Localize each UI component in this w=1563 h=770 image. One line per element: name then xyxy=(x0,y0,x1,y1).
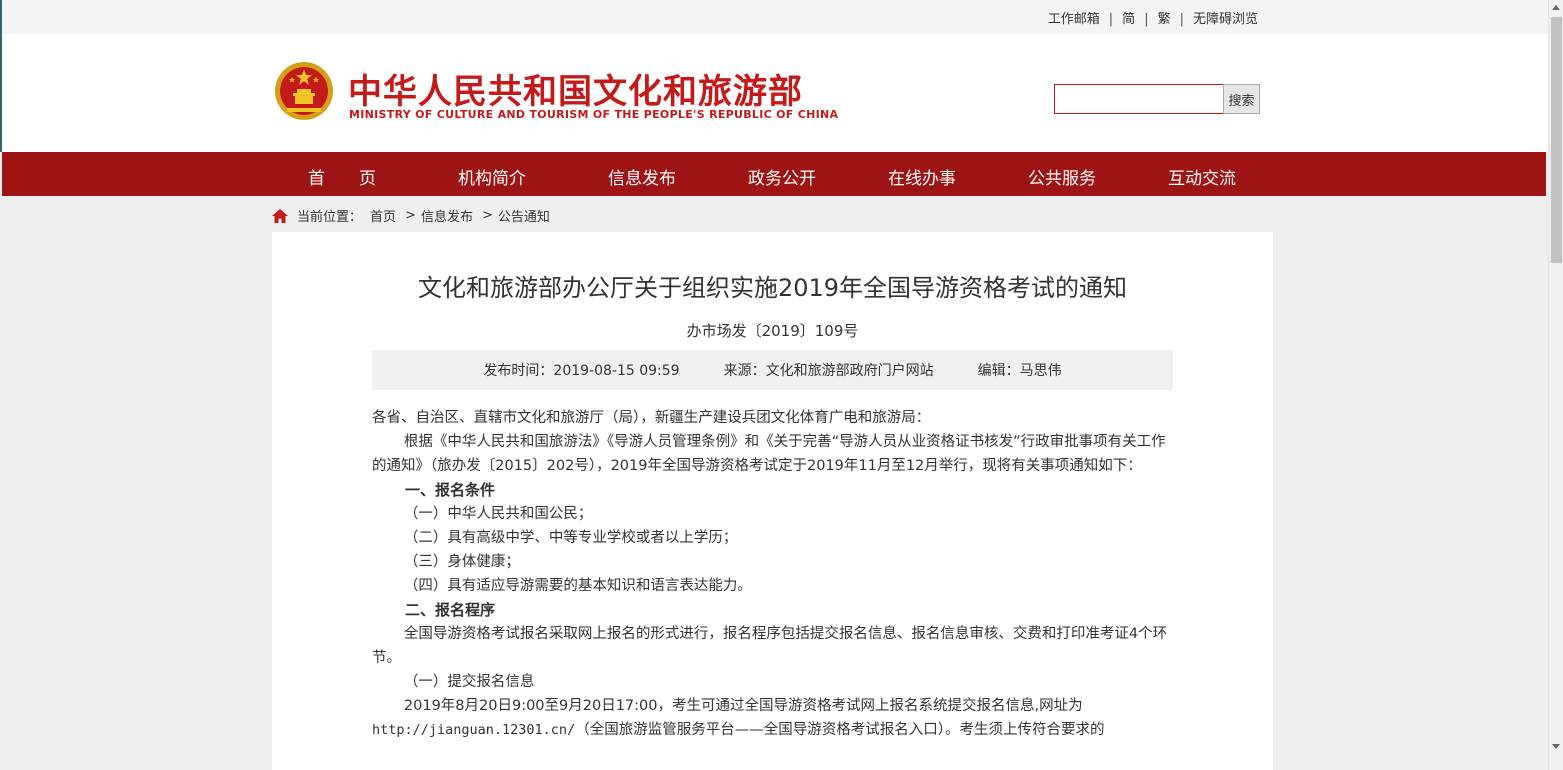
body-text-fragment: （全国旅游监管服务平台——全国导游资格考试报名入口）。考生须上传符合要求的 xyxy=(575,722,1105,738)
article-body: 各省、自治区、直辖市文化和旅游厅（局），新疆生产建设兵团文化体育广电和旅游局： … xyxy=(372,406,1173,742)
traditional-chinese-link[interactable]: 繁 xyxy=(1158,12,1171,27)
home-icon xyxy=(272,208,288,223)
scroll-thumb[interactable] xyxy=(1551,17,1562,263)
accessibility-link[interactable]: 无障碍浏览 xyxy=(1193,12,1258,27)
top-links: 工作邮箱 | 简 | 繁 | 无障碍浏览 xyxy=(1047,12,1258,27)
scroll-up-arrow-icon[interactable] xyxy=(1552,5,1560,10)
article-meta-bar: 发布时间：2019-08-15 09:59 来源：文化和旅游部政府门户网站 编辑… xyxy=(372,350,1173,390)
breadcrumb-home[interactable]: 首页 xyxy=(370,206,396,225)
breadcrumb-separator: > xyxy=(481,208,493,223)
article-editor: 编辑：马思伟 xyxy=(977,363,1062,379)
article-title: 文化和旅游部办公厅关于组织实施2019年全国导游资格考试的通知 xyxy=(417,274,1128,302)
list-item: （三）身体健康； xyxy=(403,554,520,570)
site-title: 中华人民共和国文化和旅游部 xyxy=(348,72,803,112)
nav-item-interaction[interactable]: 互动交流 xyxy=(1168,164,1236,189)
work-email-link[interactable]: 工作邮箱 xyxy=(1048,12,1100,27)
body-paragraph-continued: http://jianguan.12301.cn/（全国旅游监管服务平台——全国… xyxy=(372,718,1173,742)
top-utility-bar: 工作邮箱 | 简 | 繁 | 无障碍浏览 xyxy=(0,0,1548,34)
subsection-heading: （一）提交报名信息 xyxy=(403,674,535,690)
registration-url-link[interactable]: http://jianguan.12301.cn/ xyxy=(372,722,575,738)
breadcrumb-label: 当前位置： xyxy=(297,210,363,225)
list-item: （四）具有适应导游需要的基本知识和语言表达能力。 xyxy=(403,578,752,594)
simplified-chinese-link[interactable]: 简 xyxy=(1122,12,1135,27)
publish-time: 发布时间：2019-08-15 09:59 xyxy=(483,363,680,379)
search-button[interactable]: 搜索 xyxy=(1223,84,1260,114)
breadcrumb-separator: > xyxy=(405,208,416,223)
nav-item-government-affairs[interactable]: 政务公开 xyxy=(748,164,816,189)
breadcrumb: 当前位置： 首页 > 信息发布 > 公告通知 xyxy=(272,206,550,225)
intro-paragraph: 根据《中华人民共和国旅游法》《导游人员管理条例》和《关于完善“导游人员从业资格证… xyxy=(372,434,1166,474)
main-nav: 首 页 机构简介 信息发布 政务公开 在线办事 公共服务 互动交流 xyxy=(2,152,1546,196)
nav-item-about[interactable]: 机构简介 xyxy=(458,164,526,189)
national-emblem-icon[interactable] xyxy=(273,60,335,122)
list-item: （一）中华人民共和国公民； xyxy=(403,506,593,522)
scroll-down-arrow-icon[interactable] xyxy=(1552,744,1560,749)
body-paragraph: 全国导游资格考试报名采取网上报名的形式进行，报名程序包括提交报名信息、报名信息审… xyxy=(372,626,1168,666)
article: 文化和旅游部办公厅关于组织实施2019年全国导游资格考试的通知 办市场发〔201… xyxy=(272,232,1273,770)
search-input[interactable] xyxy=(1054,84,1223,114)
nav-item-news[interactable]: 信息发布 xyxy=(608,164,676,189)
section-heading: 二、报名程序 xyxy=(405,601,496,619)
document-number: 办市场发〔2019〕109号 xyxy=(686,322,859,340)
vertical-scrollbar[interactable] xyxy=(1548,0,1563,770)
list-item: （二）具有高级中学、中等专业学校或者以上学历； xyxy=(403,530,738,546)
addressee-paragraph: 各省、自治区、直辖市文化和旅游厅（局），新疆生产建设兵团文化体育广电和旅游局： xyxy=(372,410,931,426)
article-source: 来源：文化和旅游部政府门户网站 xyxy=(723,363,934,379)
breadcrumb-notices[interactable]: 公告通知 xyxy=(498,206,550,225)
section-heading: 一、报名条件 xyxy=(405,481,496,499)
body-paragraph: 2019年8月20日9:00至9月20日17:00，考生可通过全国导游资格考试网… xyxy=(403,698,1083,714)
nav-item-home[interactable]: 首 页 xyxy=(308,164,376,189)
search-box: 搜索 xyxy=(1054,84,1260,114)
nav-item-online-services[interactable]: 在线办事 xyxy=(888,164,956,189)
nav-item-public-services[interactable]: 公共服务 xyxy=(1028,164,1096,189)
site-header: 中华人民共和国文化和旅游部 MINISTRY OF CULTURE AND TO… xyxy=(0,34,1548,152)
site-subtitle: MINISTRY OF CULTURE AND TOURISM OF THE P… xyxy=(349,108,839,121)
breadcrumb-news[interactable]: 信息发布 xyxy=(421,206,473,225)
